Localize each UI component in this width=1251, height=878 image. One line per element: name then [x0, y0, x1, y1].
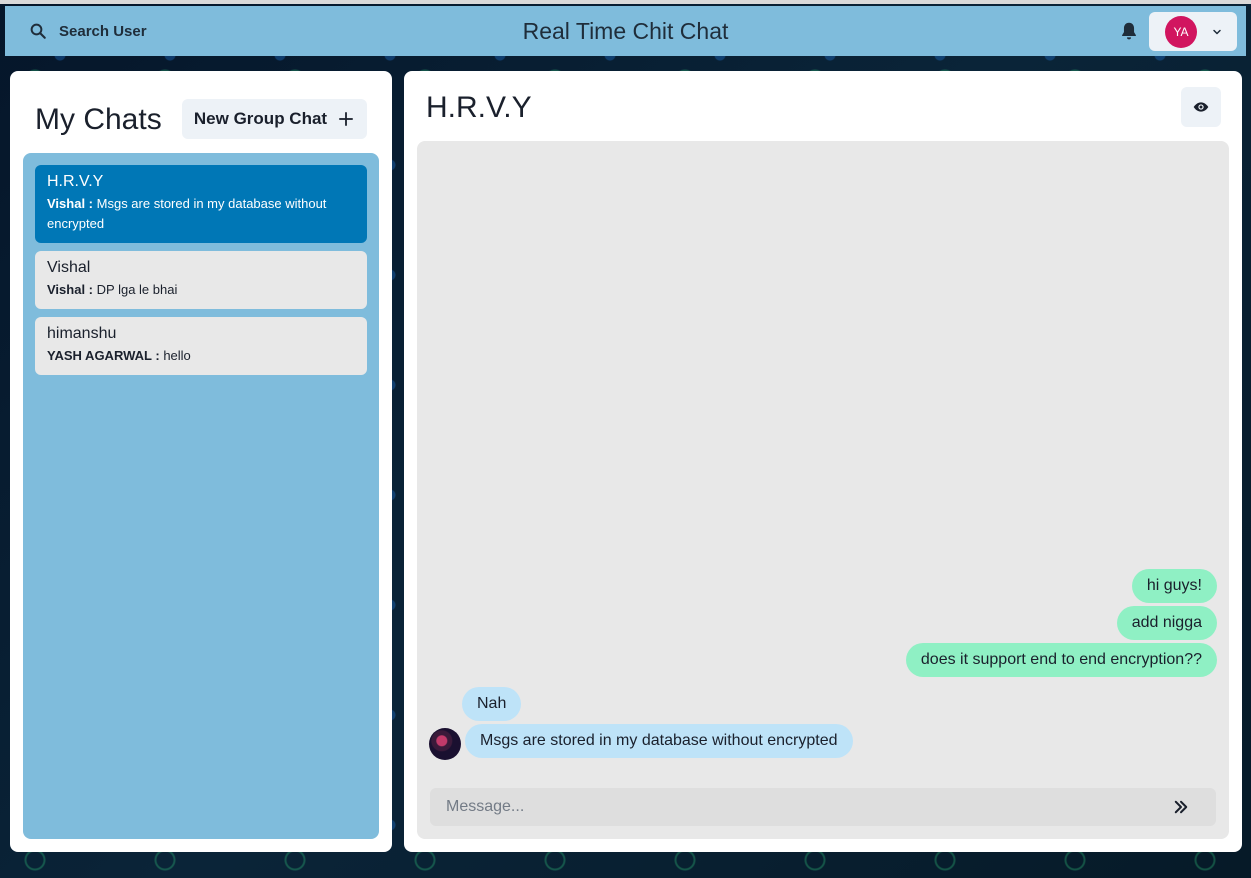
bell-icon[interactable]	[1118, 20, 1140, 42]
chat-name: Vishal	[47, 259, 91, 276]
message-bubble-outgoing: does it support end to end encryption??	[905, 643, 1217, 677]
chevron-down-icon	[1213, 29, 1221, 34]
chat-list-item[interactable]: himanshu YASH AGARWAL : hello	[35, 317, 367, 375]
my-chats-panel: My Chats New Group Chat H.R.V.Y Vishal :…	[10, 71, 392, 852]
messages-area: hi guys! add nigga does it support end t…	[417, 141, 1229, 839]
chat-preview: Vishal : DP lga le bhai	[47, 280, 355, 300]
message-input[interactable]	[430, 788, 1216, 826]
chat-name: himanshu	[47, 325, 117, 342]
message-bubble-outgoing: hi guys!	[1131, 569, 1217, 603]
new-group-chat-label: New Group Chat	[193, 109, 328, 128]
app-header: Search User Real Time Chit Chat YA	[5, 6, 1246, 56]
plus-icon	[339, 112, 353, 126]
chat-preview-text: hello	[163, 348, 191, 363]
my-chats-title: My Chats	[35, 103, 162, 136]
chat-list-item[interactable]: H.R.V.Y Vishal : Msgs are stored in my d…	[35, 165, 367, 243]
top-border	[0, 0, 1251, 4]
search-icon	[30, 23, 46, 39]
message-input-container	[430, 788, 1216, 826]
chat-preview-text: DP lga le bhai	[96, 282, 178, 297]
message-bubble-incoming: Nah	[462, 687, 522, 721]
profile-menu-button[interactable]: YA	[1149, 12, 1237, 51]
search-user-label: Search User	[59, 22, 147, 40]
chat-preview-sender: Vishal :	[47, 282, 94, 297]
sender-avatar	[429, 728, 461, 760]
chat-preview-sender: YASH AGARWAL :	[47, 348, 160, 363]
eye-icon	[1193, 102, 1209, 112]
avatar: YA	[1165, 15, 1197, 48]
new-group-chat-button[interactable]: New Group Chat	[182, 99, 367, 139]
chat-preview-sender: Vishal :	[47, 196, 94, 211]
double-chevron-right-icon[interactable]	[1172, 798, 1190, 816]
chat-preview: Vishal : Msgs are stored in my database …	[47, 194, 355, 234]
chat-list-item[interactable]: Vishal Vishal : DP lga le bhai	[35, 251, 367, 309]
search-user-button[interactable]: Search User	[29, 16, 147, 46]
app-title: Real Time Chit Chat	[522, 18, 729, 44]
message-bubble-outgoing: add nigga	[1116, 606, 1217, 640]
chat-name: H.R.V.Y	[47, 173, 104, 190]
chat-title: H.R.V.Y	[426, 91, 532, 124]
view-chat-info-button[interactable]	[1181, 87, 1221, 127]
chat-list: H.R.V.Y Vishal : Msgs are stored in my d…	[23, 153, 379, 839]
chat-panel: H.R.V.Y hi guys! add nigga does it suppo…	[404, 71, 1242, 852]
chat-preview: YASH AGARWAL : hello	[47, 346, 355, 366]
message-bubble-incoming: Msgs are stored in my database without e…	[465, 724, 853, 758]
